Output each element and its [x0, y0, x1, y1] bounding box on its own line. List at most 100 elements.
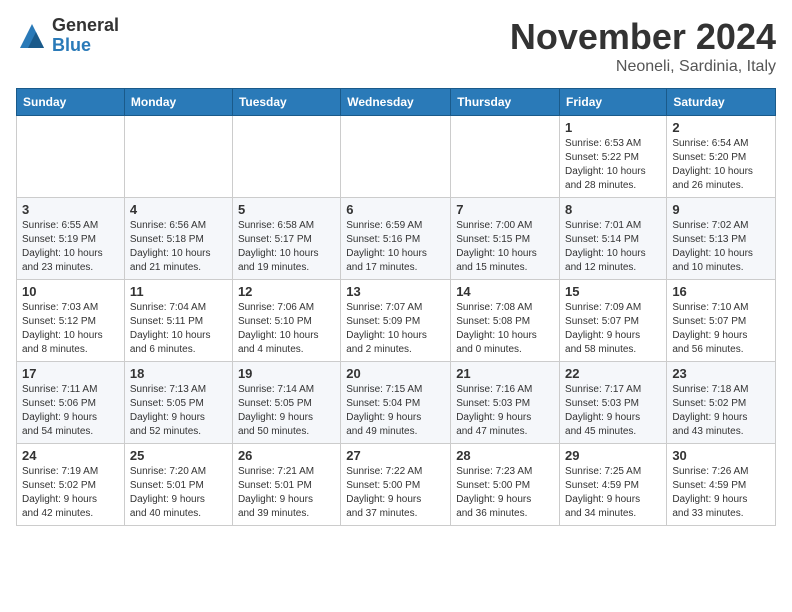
- calendar-cell: 8Sunrise: 7:01 AM Sunset: 5:14 PM Daylig…: [560, 198, 667, 280]
- day-number: 25: [130, 448, 227, 463]
- day-info: Sunrise: 7:23 AM Sunset: 5:00 PM Dayligh…: [456, 465, 554, 521]
- day-info: Sunrise: 7:11 AM Sunset: 5:06 PM Dayligh…: [22, 383, 119, 439]
- day-number: 7: [456, 202, 554, 217]
- calendar-cell: [341, 116, 451, 198]
- day-info: Sunrise: 7:21 AM Sunset: 5:01 PM Dayligh…: [238, 465, 335, 521]
- weekday-header-row: SundayMondayTuesdayWednesdayThursdayFrid…: [17, 89, 776, 116]
- page-header: General Blue November 2024 Neoneli, Sard…: [16, 16, 776, 76]
- day-info: Sunrise: 6:58 AM Sunset: 5:17 PM Dayligh…: [238, 219, 335, 275]
- day-info: Sunrise: 7:18 AM Sunset: 5:02 PM Dayligh…: [672, 383, 770, 439]
- calendar-week-row: 1 Sunrise: 6:53 AM Sunset: 5:22 PM Daylig…: [17, 116, 776, 198]
- calendar-week-row: 3 Sunrise: 6:55 AM Sunset: 5:19 PM Daylig…: [17, 198, 776, 280]
- weekday-header: Thursday: [451, 89, 560, 116]
- day-number: 3: [22, 202, 119, 217]
- weekday-header: Wednesday: [341, 89, 451, 116]
- day-info: Sunrise: 7:22 AM Sunset: 5:00 PM Dayligh…: [346, 465, 445, 521]
- day-number: 4: [130, 202, 227, 217]
- day-info: Sunrise: 7:14 AM Sunset: 5:05 PM Dayligh…: [238, 383, 335, 439]
- calendar-cell: 11Sunrise: 7:04 AM Sunset: 5:11 PM Dayli…: [124, 280, 232, 362]
- day-number: 13: [346, 284, 445, 299]
- calendar-cell: 17 Sunrise: 7:11 AM Sunset: 5:06 PM Dayli…: [17, 362, 125, 444]
- calendar-cell: 10 Sunrise: 7:03 AM Sunset: 5:12 PM Dayli…: [17, 280, 125, 362]
- day-info: Sunrise: 7:00 AM Sunset: 5:15 PM Dayligh…: [456, 219, 554, 275]
- calendar-cell: 14 Sunrise: 7:08 AM Sunset: 5:08 PM Dayli…: [451, 280, 560, 362]
- weekday-header: Sunday: [17, 89, 125, 116]
- day-number: 19: [238, 366, 335, 381]
- day-number: 1: [565, 120, 661, 135]
- day-info: Sunrise: 7:07 AM Sunset: 5:09 PM Dayligh…: [346, 301, 445, 357]
- month-title: November 2024: [510, 16, 776, 58]
- logo: General Blue: [16, 16, 119, 56]
- day-number: 20: [346, 366, 445, 381]
- day-info: Sunrise: 7:06 AM Sunset: 5:10 PM Dayligh…: [238, 301, 335, 357]
- day-number: 12: [238, 284, 335, 299]
- weekday-header: Tuesday: [232, 89, 340, 116]
- calendar-cell: [451, 116, 560, 198]
- day-number: 29: [565, 448, 661, 463]
- day-info: Sunrise: 7:16 AM Sunset: 5:03 PM Dayligh…: [456, 383, 554, 439]
- day-number: 16: [672, 284, 770, 299]
- day-number: 22: [565, 366, 661, 381]
- calendar-cell: 26 Sunrise: 7:21 AM Sunset: 5:01 PM Dayli…: [232, 444, 340, 526]
- calendar-cell: 23 Sunrise: 7:18 AM Sunset: 5:02 PM Dayli…: [667, 362, 776, 444]
- calendar-cell: 13 Sunrise: 7:07 AM Sunset: 5:09 PM Dayli…: [341, 280, 451, 362]
- day-number: 27: [346, 448, 445, 463]
- day-number: 2: [672, 120, 770, 135]
- day-number: 9: [672, 202, 770, 217]
- calendar-cell: 1 Sunrise: 6:53 AM Sunset: 5:22 PM Daylig…: [560, 116, 667, 198]
- calendar-cell: 4 Sunrise: 6:56 AM Sunset: 5:18 PM Daylig…: [124, 198, 232, 280]
- day-number: 24: [22, 448, 119, 463]
- calendar-cell: 7 Sunrise: 7:00 AM Sunset: 5:15 PM Daylig…: [451, 198, 560, 280]
- day-number: 21: [456, 366, 554, 381]
- calendar-week-row: 10 Sunrise: 7:03 AM Sunset: 5:12 PM Dayli…: [17, 280, 776, 362]
- logo-icon: [16, 20, 48, 52]
- day-number: 6: [346, 202, 445, 217]
- day-number: 14: [456, 284, 554, 299]
- calendar-cell: 22 Sunrise: 7:17 AM Sunset: 5:03 PM Dayli…: [560, 362, 667, 444]
- calendar-cell: 3 Sunrise: 6:55 AM Sunset: 5:19 PM Daylig…: [17, 198, 125, 280]
- calendar-cell: 21 Sunrise: 7:16 AM Sunset: 5:03 PM Dayli…: [451, 362, 560, 444]
- day-info: Sunrise: 6:53 AM Sunset: 5:22 PM Dayligh…: [565, 137, 661, 193]
- calendar-cell: 15Sunrise: 7:09 AM Sunset: 5:07 PM Dayli…: [560, 280, 667, 362]
- calendar-cell: 6 Sunrise: 6:59 AM Sunset: 5:16 PM Daylig…: [341, 198, 451, 280]
- day-number: 23: [672, 366, 770, 381]
- day-number: 17: [22, 366, 119, 381]
- day-info: Sunrise: 7:02 AM Sunset: 5:13 PM Dayligh…: [672, 219, 770, 275]
- day-info: Sunrise: 6:55 AM Sunset: 5:19 PM Dayligh…: [22, 219, 119, 275]
- day-info: Sunrise: 7:25 AM Sunset: 4:59 PM Dayligh…: [565, 465, 661, 521]
- calendar-week-row: 24Sunrise: 7:19 AM Sunset: 5:02 PM Dayli…: [17, 444, 776, 526]
- day-info: Sunrise: 7:20 AM Sunset: 5:01 PM Dayligh…: [130, 465, 227, 521]
- calendar-cell: 24Sunrise: 7:19 AM Sunset: 5:02 PM Dayli…: [17, 444, 125, 526]
- day-info: Sunrise: 6:56 AM Sunset: 5:18 PM Dayligh…: [130, 219, 227, 275]
- calendar-cell: 16Sunrise: 7:10 AM Sunset: 5:07 PM Dayli…: [667, 280, 776, 362]
- calendar-cell: 2 Sunrise: 6:54 AM Sunset: 5:20 PM Daylig…: [667, 116, 776, 198]
- calendar-cell: [232, 116, 340, 198]
- calendar-cell: 27 Sunrise: 7:22 AM Sunset: 5:00 PM Dayli…: [341, 444, 451, 526]
- calendar-cell: [124, 116, 232, 198]
- day-number: 30: [672, 448, 770, 463]
- calendar-cell: 29 Sunrise: 7:25 AM Sunset: 4:59 PM Dayli…: [560, 444, 667, 526]
- day-number: 5: [238, 202, 335, 217]
- calendar-week-row: 17 Sunrise: 7:11 AM Sunset: 5:06 PM Dayli…: [17, 362, 776, 444]
- calendar-cell: [17, 116, 125, 198]
- logo-text: General Blue: [52, 16, 119, 56]
- day-info: Sunrise: 6:59 AM Sunset: 5:16 PM Dayligh…: [346, 219, 445, 275]
- day-info: Sunrise: 7:01 AM Sunset: 5:14 PM Dayligh…: [565, 219, 661, 275]
- day-number: 26: [238, 448, 335, 463]
- day-info: Sunrise: 7:13 AM Sunset: 5:05 PM Dayligh…: [130, 383, 227, 439]
- day-info: Sunrise: 7:08 AM Sunset: 5:08 PM Dayligh…: [456, 301, 554, 357]
- day-info: Sunrise: 7:09 AM Sunset: 5:07 PM Dayligh…: [565, 301, 661, 357]
- calendar-cell: 19 Sunrise: 7:14 AM Sunset: 5:05 PM Dayli…: [232, 362, 340, 444]
- logo-general: General: [52, 16, 119, 36]
- day-info: Sunrise: 7:04 AM Sunset: 5:11 PM Dayligh…: [130, 301, 227, 357]
- day-info: Sunrise: 7:03 AM Sunset: 5:12 PM Dayligh…: [22, 301, 119, 357]
- calendar-cell: 18Sunrise: 7:13 AM Sunset: 5:05 PM Dayli…: [124, 362, 232, 444]
- day-info: Sunrise: 6:54 AM Sunset: 5:20 PM Dayligh…: [672, 137, 770, 193]
- weekday-header: Friday: [560, 89, 667, 116]
- calendar-table: SundayMondayTuesdayWednesdayThursdayFrid…: [16, 88, 776, 526]
- weekday-header: Saturday: [667, 89, 776, 116]
- location: Neoneli, Sardinia, Italy: [510, 58, 776, 76]
- day-number: 10: [22, 284, 119, 299]
- calendar-cell: 5 Sunrise: 6:58 AM Sunset: 5:17 PM Daylig…: [232, 198, 340, 280]
- day-info: Sunrise: 7:17 AM Sunset: 5:03 PM Dayligh…: [565, 383, 661, 439]
